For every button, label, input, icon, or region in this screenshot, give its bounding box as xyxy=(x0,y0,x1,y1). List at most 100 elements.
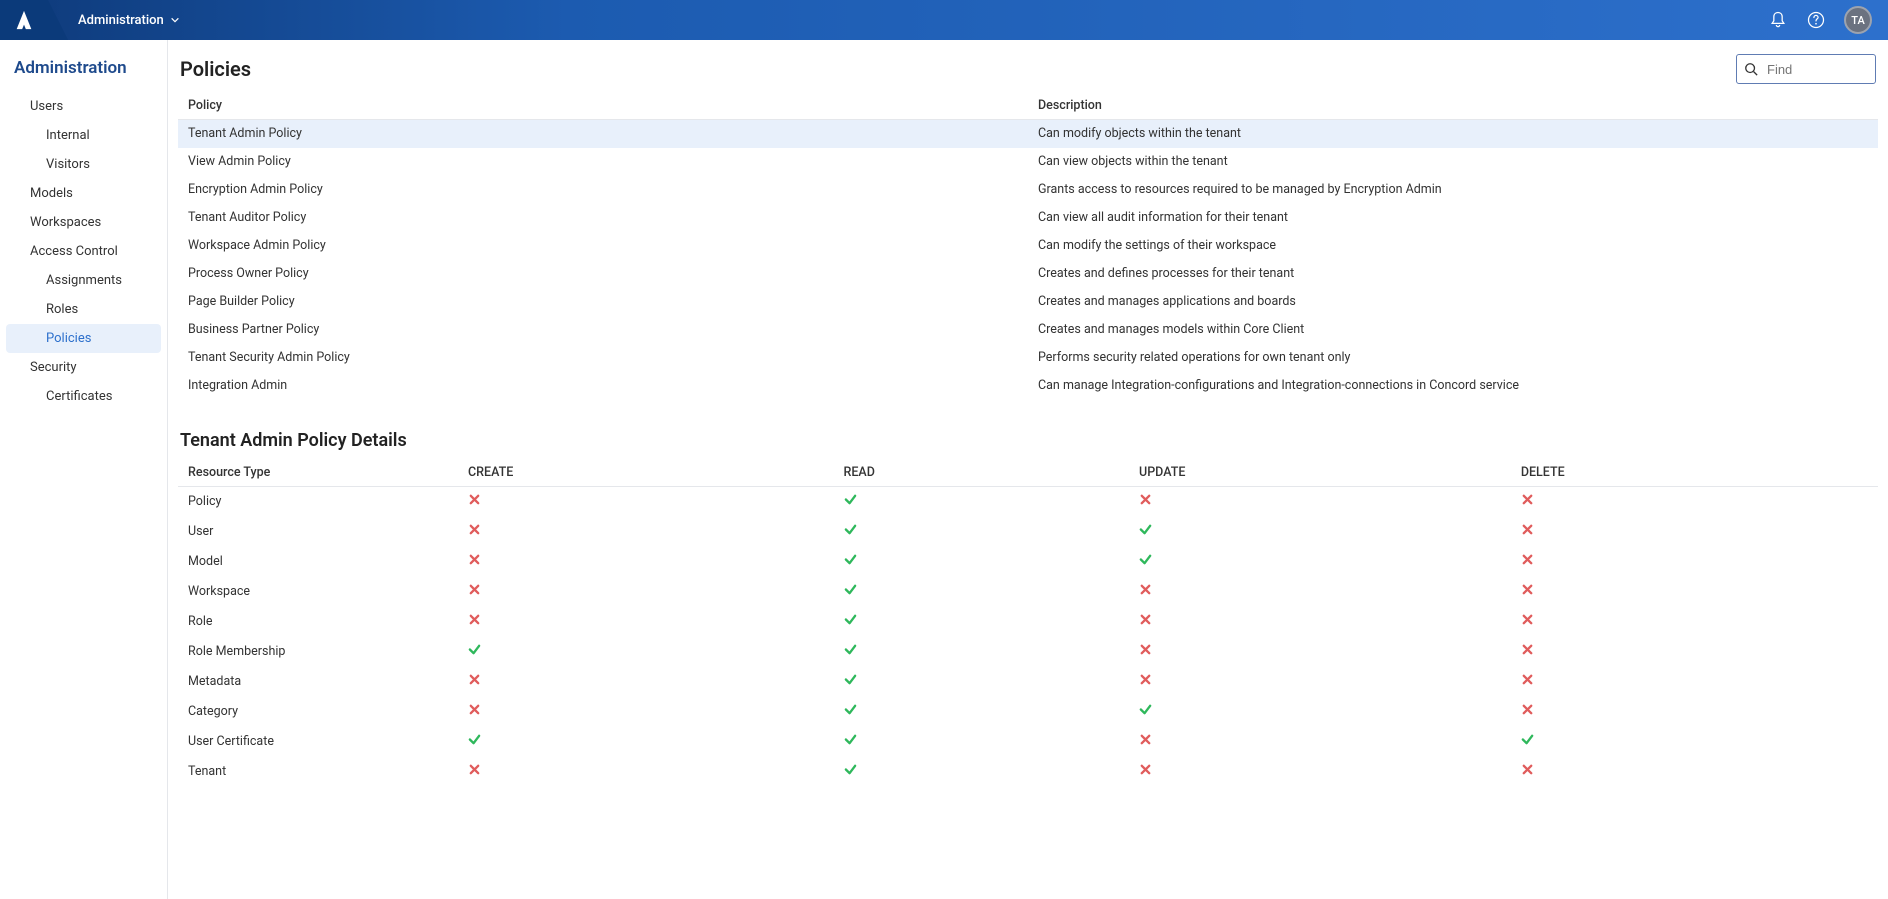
policy-description: Can modify the settings of their workspa… xyxy=(1028,232,1878,260)
policy-row[interactable]: Tenant Security Admin PolicyPerforms sec… xyxy=(178,344,1878,372)
cross-icon xyxy=(1521,703,1534,716)
policy-name: Encryption Admin Policy xyxy=(178,176,1028,204)
policy-row[interactable]: Business Partner PolicyCreates and manag… xyxy=(178,316,1878,344)
details-row: Policy xyxy=(178,487,1878,517)
perm-create xyxy=(458,727,834,757)
nav-item-assignments[interactable]: Assignments xyxy=(6,266,161,295)
cross-icon xyxy=(1139,493,1152,506)
perm-delete xyxy=(1511,637,1878,667)
resource-type: Policy xyxy=(178,487,458,517)
perm-delete xyxy=(1511,697,1878,727)
sidebar: Administration UsersInternalVisitorsMode… xyxy=(0,40,168,899)
policy-description: Can modify objects within the tenant xyxy=(1028,120,1878,148)
search-icon xyxy=(1744,62,1758,76)
resource-type: Category xyxy=(178,697,458,727)
nav-item-internal[interactable]: Internal xyxy=(6,121,161,150)
perm-create xyxy=(458,667,834,697)
check-icon xyxy=(844,703,857,716)
perm-delete xyxy=(1511,667,1878,697)
perm-update xyxy=(1129,637,1511,667)
cross-icon xyxy=(468,703,481,716)
perm-update xyxy=(1129,697,1511,727)
perm-update xyxy=(1129,727,1511,757)
notifications-icon[interactable] xyxy=(1768,10,1788,30)
nav-item-certificates[interactable]: Certificates xyxy=(6,382,161,411)
check-icon xyxy=(844,673,857,686)
policy-row[interactable]: Tenant Auditor PolicyCan view all audit … xyxy=(178,204,1878,232)
perm-read xyxy=(834,487,1130,517)
cross-icon xyxy=(1139,763,1152,776)
policy-row[interactable]: Encryption Admin PolicyGrants access to … xyxy=(178,176,1878,204)
perm-update xyxy=(1129,757,1511,787)
perm-create xyxy=(458,577,834,607)
policy-description: Creates and defines processes for their … xyxy=(1028,260,1878,288)
perm-read xyxy=(834,697,1130,727)
policy-description: Creates and manages applications and boa… xyxy=(1028,288,1878,316)
app-title-dropdown[interactable]: Administration xyxy=(78,13,180,28)
cross-icon xyxy=(1521,643,1534,656)
perm-read xyxy=(834,607,1130,637)
policy-description: Performs security related operations for… xyxy=(1028,344,1878,372)
perm-create xyxy=(458,517,834,547)
details-title: Tenant Admin Policy Details xyxy=(178,430,1878,451)
help-icon[interactable] xyxy=(1806,10,1826,30)
policy-name: Workspace Admin Policy xyxy=(178,232,1028,260)
policy-name: View Admin Policy xyxy=(178,148,1028,176)
check-icon xyxy=(844,523,857,536)
app-logo[interactable] xyxy=(0,0,48,40)
details-section: Tenant Admin Policy Details Resource Typ… xyxy=(178,430,1878,787)
cross-icon xyxy=(468,493,481,506)
nav-item-access-control[interactable]: Access Control xyxy=(6,237,161,266)
nav-item-models[interactable]: Models xyxy=(6,179,161,208)
check-icon xyxy=(1139,523,1152,536)
nav-item-visitors[interactable]: Visitors xyxy=(6,150,161,179)
cross-icon xyxy=(468,613,481,626)
cross-icon xyxy=(1521,553,1534,566)
cross-icon xyxy=(468,583,481,596)
policy-row[interactable]: View Admin PolicyCan view objects within… xyxy=(178,148,1878,176)
nav-item-users[interactable]: Users xyxy=(6,92,161,121)
cross-icon xyxy=(468,763,481,776)
nav-item-roles[interactable]: Roles xyxy=(6,295,161,324)
policy-row[interactable]: Process Owner PolicyCreates and defines … xyxy=(178,260,1878,288)
check-icon xyxy=(844,763,857,776)
policies-table: Policy Description Tenant Admin PolicyCa… xyxy=(178,92,1878,400)
check-icon xyxy=(844,733,857,746)
cross-icon xyxy=(468,553,481,566)
policy-name: Tenant Admin Policy xyxy=(178,120,1028,148)
cross-icon xyxy=(1139,613,1152,626)
topbar-right: TA xyxy=(1768,6,1888,34)
details-row: Metadata xyxy=(178,667,1878,697)
details-row: Model xyxy=(178,547,1878,577)
details-row: Role Membership xyxy=(178,637,1878,667)
user-avatar[interactable]: TA xyxy=(1844,6,1872,34)
cross-icon xyxy=(1521,673,1534,686)
perm-update xyxy=(1129,547,1511,577)
check-icon xyxy=(1139,703,1152,716)
details-row: Role xyxy=(178,607,1878,637)
policy-row[interactable]: Tenant Admin PolicyCan modify objects wi… xyxy=(178,120,1878,148)
page-title: Policies xyxy=(180,57,251,81)
perm-read xyxy=(834,577,1130,607)
details-row: User Certificate xyxy=(178,727,1878,757)
nav-item-workspaces[interactable]: Workspaces xyxy=(6,208,161,237)
check-icon xyxy=(1521,733,1534,746)
cross-icon xyxy=(1521,493,1534,506)
col-read: READ xyxy=(834,459,1130,487)
policy-row[interactable]: Page Builder PolicyCreates and manages a… xyxy=(178,288,1878,316)
perm-update xyxy=(1129,667,1511,697)
topbar-left: Administration xyxy=(0,0,180,40)
check-icon xyxy=(844,583,857,596)
chevron-down-icon xyxy=(170,15,180,25)
nav-item-policies[interactable]: Policies xyxy=(6,324,161,353)
policy-description: Can view objects within the tenant xyxy=(1028,148,1878,176)
nav-item-security[interactable]: Security xyxy=(6,353,161,382)
content: Policies Policy Description Tenant Admin… xyxy=(168,40,1888,899)
policy-row[interactable]: Workspace Admin PolicyCan modify the set… xyxy=(178,232,1878,260)
resource-type: User xyxy=(178,517,458,547)
details-header-row: Resource Type CREATE READ UPDATE DELETE xyxy=(178,459,1878,487)
cross-icon xyxy=(1139,673,1152,686)
policy-row[interactable]: Integration AdminCan manage Integration-… xyxy=(178,372,1878,400)
policy-name: Integration Admin xyxy=(178,372,1028,400)
perm-delete xyxy=(1511,577,1878,607)
